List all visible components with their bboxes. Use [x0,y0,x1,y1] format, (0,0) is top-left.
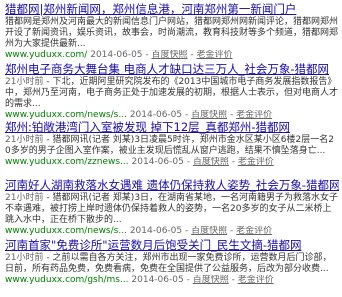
result-title-link[interactable]: 郑州:铂敞港湾门入室被发现 掉下12层_真都郑州-猎都网 [5,120,339,134]
result-url: www.yuduxx.com/news/s... [5,110,127,120]
evaluation-link[interactable]: 老金评价 [236,226,272,236]
snapshot-link[interactable]: 百度快照 [152,50,188,60]
result-snippet: 21小时前 - 猎都网讯(记者 刘某)3日凌晨5时许，郑州市金水区某小区6楼2层… [5,135,334,156]
result-title-link[interactable]: 郑州电子商务大舞台集 电商人才缺口达三万人_社会万象-猎都网 [5,62,339,76]
result-snippet-text: 猎都网是郑州及河南最大的新闻信息门户网站，猎都网郑州网新闻评论，猎都网郑州开设了… [5,17,339,49]
result-meta: www.yuduxx.com/zznews... 2014-06-05 - 百度… [5,157,339,168]
result-url: www.yuduxx.com/ [5,50,88,60]
result-meta: www.yuduxx.com/ 2014-06-05 - 百度快照 - 老金评价 [5,50,339,61]
snapshot-link[interactable]: 百度快照 [191,226,227,236]
result-date: 2014-06-05 [129,110,183,120]
result-date: 2014-06-05 [131,157,184,167]
result-meta: www.yuduxx.com/gsh/ms... 2014-06-05 - 百度… [5,275,339,286]
result-time: 21小时前 [5,193,44,203]
search-result-2: 郑州电子商务大舞台集 电商人才缺口达三万人_社会万象-猎都网 21小时前 - 下… [5,62,339,121]
result-date: 2014-06-05 [131,275,184,285]
result-snippet: 21小时前 - 之前以需自各方关注，郑州市出现一家免费诊所，运营数月后门诊部，日… [5,253,332,274]
result-title-link[interactable]: 猎都网|郑州新闻网，郑州信息港，河南郑州第一新闻门户 [5,2,339,16]
evaluation-link[interactable]: 老金评价 [238,157,274,167]
result-snippet: 21小时前 - 猎都网讯(记者 郑某)3日，在湖南省某地，一名河南籍男子为救落水… [5,193,339,225]
result-snippet-text: 猎都网讯(记者 刘某)3日凌晨5时许，郑州市金水区某小区6楼2层一名20多岁的男… [5,135,334,156]
search-result-5: 河南首家"免费诊所"运营数月后饱受关门_民生文摘-猎都网 21小时前 - 之前以… [5,238,339,286]
result-url: www.yuduxx.com/zznews... [5,157,129,167]
snapshot-link[interactable]: 百度快照 [193,275,229,285]
result-meta: www.yuduxx.com/news/s... 2014-06-05 - 百度… [5,226,339,237]
result-time: 21小时前 [5,135,44,145]
evaluation-link[interactable]: 老金评价 [236,110,272,120]
result-title-link[interactable]: 河南首家"免费诊所"运营数月后饱受关门_民生文摘-猎都网 [5,238,339,252]
snapshot-link[interactable]: 百度快照 [193,157,229,167]
result-date: 2014-06-05 [90,50,143,60]
search-results-page: 猎都网|郑州新闻网，郑州信息港，河南郑州第一新闻门户 猎都网是郑州及河南最大的新… [0,0,342,297]
search-result-1: 猎都网|郑州新闻网，郑州信息港，河南郑州第一新闻门户 猎都网是郑州及河南最大的新… [5,2,339,61]
evaluation-link[interactable]: 老金评价 [197,50,233,60]
result-time: 21小时前 [5,253,44,263]
result-date: 2014-06-05 [129,226,183,236]
result-time: 21小时前 [5,77,44,87]
result-snippet-text: 下北，近期阿里研究院发布的《2013中国城市电子商务发展指数报告》中，郑州乃至河… [5,77,339,109]
result-snippet: 21小时前 - 下北，近期阿里研究院发布的《2013中国城市电子商务发展指数报告… [5,77,339,109]
result-snippet-text: 之前以需自各方关注，郑州市出现一家免费诊所，运营数月后门诊部，日前，所有药品免费… [5,253,332,274]
evaluation-link[interactable]: 老金评价 [238,275,274,285]
result-url: www.yuduxx.com/gsh/ms... [5,275,129,285]
result-url: www.yuduxx.com/news/s... [5,226,127,236]
result-title-link[interactable]: 河南好人湖南救落水女遇难 遗体仍保持救人姿势_社会万象-猎都网 [5,178,339,192]
search-result-4: 河南好人湖南救落水女遇难 遗体仍保持救人姿势_社会万象-猎都网 21小时前 - … [5,178,339,237]
result-snippet: 猎都网是郑州及河南最大的新闻信息门户网站，猎都网郑州网新闻评论，猎都网郑州开设了… [5,17,339,50]
search-result-3: 郑州:铂敞港湾门入室被发现 掉下12层_真都郑州-猎都网 21小时前 - 猎都网… [5,120,339,168]
snapshot-link[interactable]: 百度快照 [191,110,227,120]
result-snippet-text: 猎都网讯(记者 郑某)3日，在湖南省某地，一名河南籍男子为救落水女子不幸遇难，被… [5,193,339,225]
